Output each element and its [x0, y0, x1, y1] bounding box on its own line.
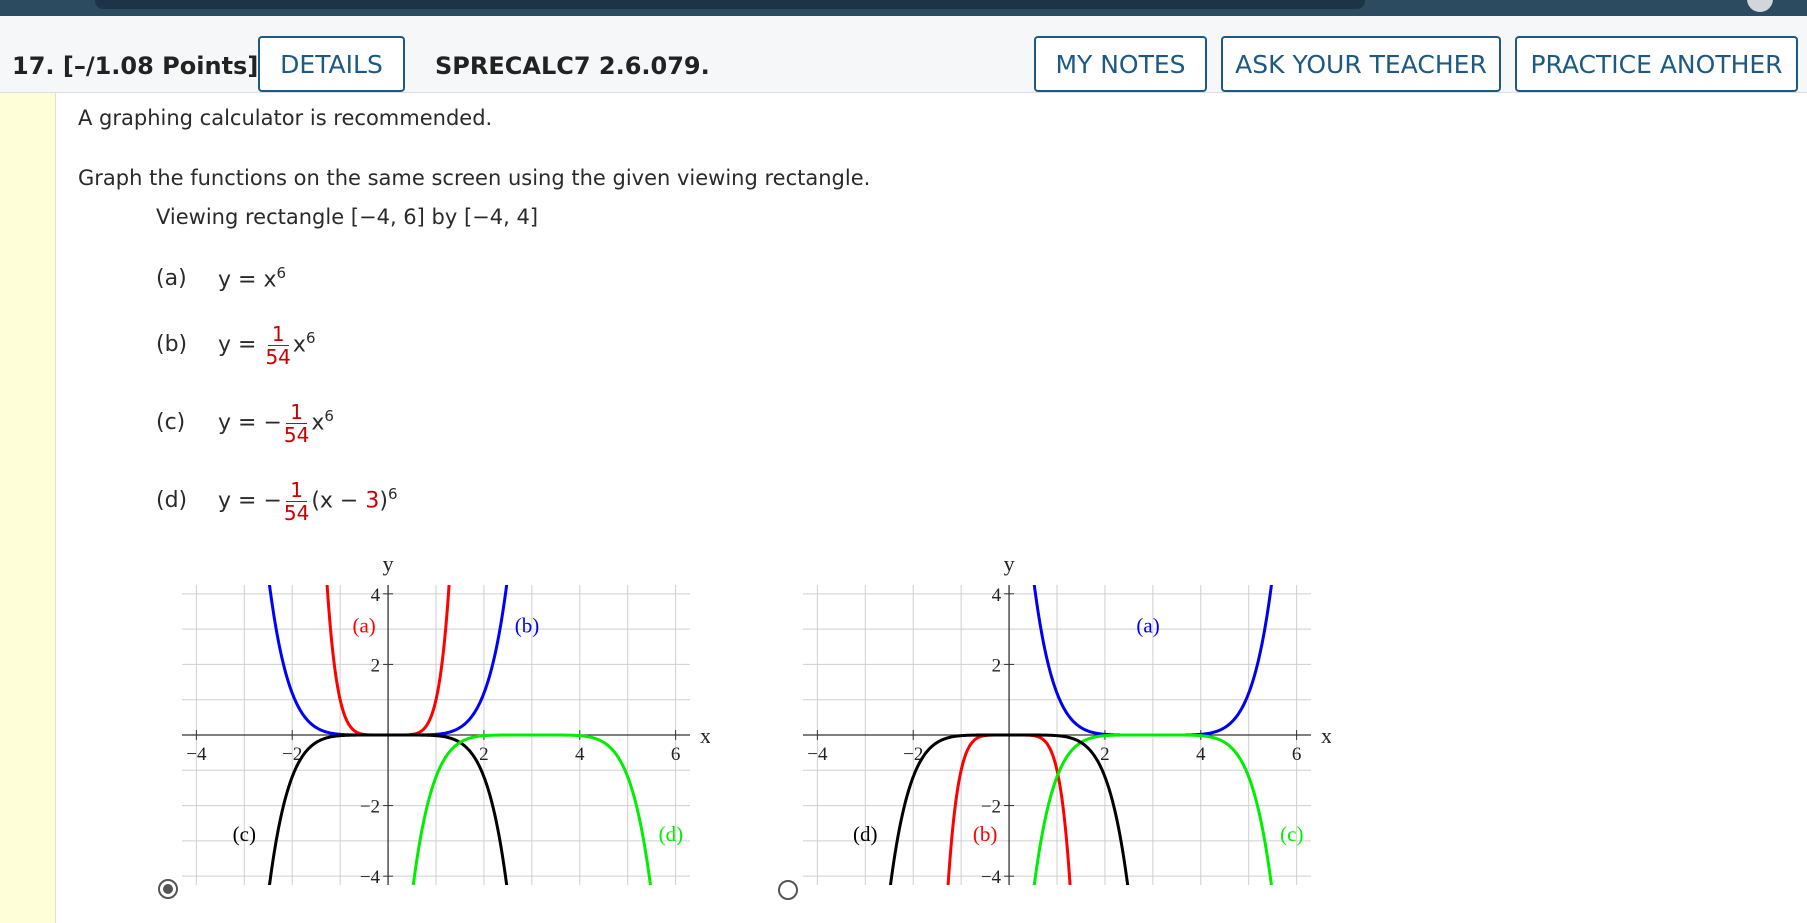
y-tick-label: 4	[371, 585, 381, 606]
details-button[interactable]: DETAILS	[258, 36, 405, 92]
x-tick-label: 4	[1196, 744, 1206, 765]
question-number-points: 17. [–/1.08 Points]	[12, 52, 259, 80]
part-c-equation: y = −1 54 x6	[218, 400, 334, 447]
series-label-b: (b)	[515, 614, 540, 638]
y-tick-label: 2	[992, 655, 1002, 676]
series-label-d: (d)	[659, 822, 684, 846]
y-tick-label: −4	[360, 867, 381, 888]
x-tick-label: 2	[1100, 744, 1110, 765]
y-axis-label: y	[383, 551, 394, 576]
part-b-equation: y = 1 54 x6	[218, 322, 316, 369]
answer-graph-2[interactable]: −4 −2 2 4 6−4−224xy(a)(b) (c)(d)	[791, 545, 1331, 905]
question-header: 17. [–/1.08 Points] DETAILS SPRECALC7 2.…	[0, 16, 1807, 93]
y-tick-label: −4	[981, 867, 1002, 888]
answer-graph-1[interactable]: −4 −2 2 4 6−4−224xy(a) (b)(c) (d)	[170, 545, 710, 905]
y-tick-label: 2	[371, 655, 381, 676]
x-tick-label: 6	[1292, 744, 1302, 765]
x-tick-label: 2	[479, 744, 489, 765]
practice-another-button[interactable]: PRACTICE ANOTHER	[1515, 36, 1798, 92]
top-bar	[0, 0, 1807, 16]
x-axis-label: x	[700, 723, 710, 748]
x-axis-label: x	[1321, 723, 1331, 748]
series-label-c: (c)	[1280, 822, 1303, 846]
y-tick-label: −2	[360, 797, 380, 818]
my-notes-button[interactable]: MY NOTES	[1034, 36, 1207, 92]
y-axis-label: y	[1004, 551, 1015, 576]
part-b-label: (b)	[156, 332, 188, 357]
part-a-label: (a)	[156, 266, 187, 291]
calculator-note: A graphing calculator is recommended.	[78, 106, 493, 130]
series-label-d: (d)	[853, 822, 878, 846]
part-a-equation: y = x6	[218, 264, 287, 293]
avatar[interactable]	[1747, 0, 1773, 12]
ask-your-teacher-button[interactable]: ASK YOUR TEACHER	[1221, 36, 1501, 92]
series-label-a: (a)	[352, 614, 375, 638]
series-label-b: (b)	[973, 822, 998, 846]
y-tick-label: 4	[992, 585, 1002, 606]
part-d-equation: y = −1 54 (x − 3)6	[218, 478, 398, 525]
part-d-label: (d)	[156, 488, 188, 513]
y-tick-label: −2	[981, 797, 1001, 818]
instruction-text: Graph the functions on the same screen u…	[78, 166, 871, 190]
part-c-label: (c)	[156, 410, 186, 435]
question-status-bar	[0, 93, 56, 923]
viewing-rectangle-text: Viewing rectangle [−4, 6] by [−4, 4]	[156, 205, 539, 229]
x-tick-label: −4	[807, 744, 828, 765]
question-code: SPRECALC7 2.6.079.	[435, 52, 710, 80]
series-label-a: (a)	[1136, 614, 1159, 638]
x-tick-label: 4	[575, 744, 585, 765]
series-label-c: (c)	[233, 822, 256, 846]
x-tick-label: 6	[671, 744, 681, 765]
top-scrollbar[interactable]	[95, 0, 1365, 9]
x-tick-label: −4	[186, 744, 207, 765]
